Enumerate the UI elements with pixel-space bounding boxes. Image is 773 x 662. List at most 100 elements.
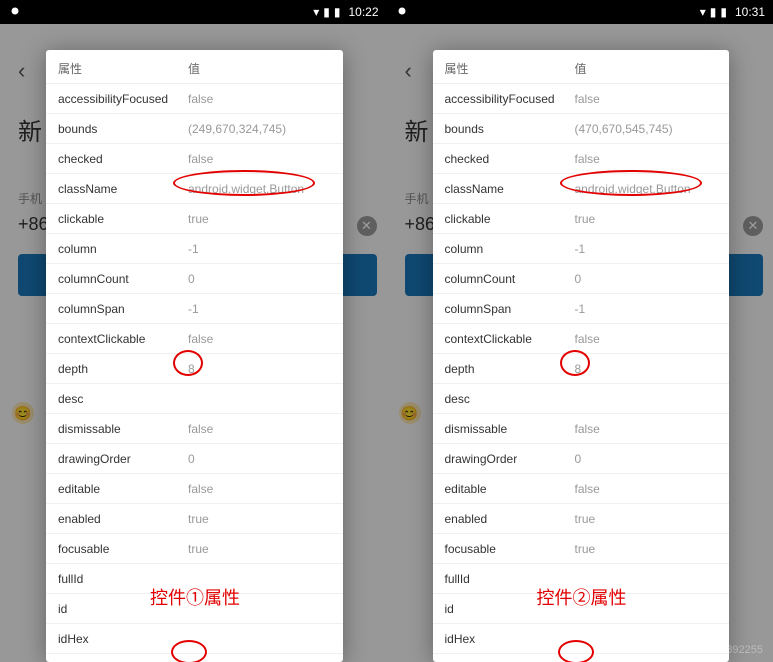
property-key: checked bbox=[445, 152, 575, 166]
property-row[interactable]: desc bbox=[46, 384, 343, 414]
android-icon bbox=[8, 4, 22, 18]
property-row[interactable]: enabledtrue bbox=[433, 504, 730, 534]
property-value: 0 bbox=[188, 452, 331, 466]
property-key: depth bbox=[445, 362, 575, 376]
wifi-icon: ▾ bbox=[313, 5, 319, 19]
property-key: depth bbox=[58, 362, 188, 376]
property-key: enabled bbox=[445, 512, 575, 526]
property-value: 8 bbox=[575, 362, 718, 376]
wifi-icon: ▾ bbox=[700, 5, 706, 19]
property-row[interactable]: bounds(470,670,545,745) bbox=[433, 114, 730, 144]
property-row[interactable]: column-1 bbox=[46, 234, 343, 264]
property-row[interactable]: drawingOrder0 bbox=[46, 444, 343, 474]
property-key: dismissable bbox=[58, 422, 188, 436]
signal-icon: ▮ bbox=[323, 5, 330, 19]
property-key: bounds bbox=[58, 122, 188, 136]
property-row[interactable]: depth8 bbox=[433, 354, 730, 384]
property-row[interactable]: classNameandroid.widget.Button bbox=[433, 174, 730, 204]
property-value: false bbox=[188, 152, 331, 166]
property-value: false bbox=[575, 482, 718, 496]
property-row[interactable]: checkedfalse bbox=[46, 144, 343, 174]
property-value: 0 bbox=[575, 272, 718, 286]
property-value: 0 bbox=[575, 452, 718, 466]
header-value: 值 bbox=[575, 60, 718, 77]
property-row[interactable]: columnSpan-1 bbox=[46, 294, 343, 324]
property-row[interactable]: columnCount0 bbox=[46, 264, 343, 294]
property-key: focusable bbox=[445, 542, 575, 556]
property-row[interactable]: clickabletrue bbox=[433, 204, 730, 234]
property-row[interactable]: columnSpan-1 bbox=[433, 294, 730, 324]
property-row[interactable]: dismissablefalse bbox=[46, 414, 343, 444]
property-row[interactable]: checkedfalse bbox=[433, 144, 730, 174]
properties-dialog: 属性 值 accessibilityFocusedfalsebounds(249… bbox=[46, 50, 343, 662]
property-value: (249,670,324,745) bbox=[188, 122, 331, 136]
header-value: 值 bbox=[188, 60, 331, 77]
property-key: accessibilityFocused bbox=[58, 92, 188, 106]
property-value: 0 bbox=[188, 272, 331, 286]
property-row[interactable]: dismissablefalse bbox=[433, 414, 730, 444]
property-value: true bbox=[188, 512, 331, 526]
property-value: android.widget.Button bbox=[188, 182, 331, 196]
property-key: columnSpan bbox=[58, 302, 188, 316]
property-value: true bbox=[575, 212, 718, 226]
property-value: true bbox=[188, 542, 331, 556]
property-value: false bbox=[575, 332, 718, 346]
property-row[interactable]: column-1 bbox=[433, 234, 730, 264]
right-panel: ▾ ▮ ▮ 10:31 ‹ 新 手机 +86 ✕ 😊 属性 值 accessib… bbox=[387, 0, 773, 662]
property-row[interactable]: depth8 bbox=[46, 354, 343, 384]
property-row[interactable]: enabledtrue bbox=[46, 504, 343, 534]
property-row[interactable]: idHex bbox=[46, 624, 343, 654]
annotation-label: 控件②属性 bbox=[537, 584, 627, 610]
property-key: column bbox=[445, 242, 575, 256]
property-value: -1 bbox=[575, 302, 718, 316]
property-row[interactable]: drawingOrder0 bbox=[433, 444, 730, 474]
property-row[interactable]: accessibilityFocusedfalse bbox=[433, 84, 730, 114]
property-row[interactable]: indexInParent1 bbox=[46, 654, 343, 662]
property-value: 8 bbox=[188, 362, 331, 376]
properties-dialog: 属性 值 accessibilityFocusedfalsebounds(470… bbox=[433, 50, 730, 662]
property-key: className bbox=[58, 182, 188, 196]
property-key: contextClickable bbox=[445, 332, 575, 346]
property-key: checked bbox=[58, 152, 188, 166]
property-row[interactable]: clickabletrue bbox=[46, 204, 343, 234]
property-value: (470,670,545,745) bbox=[575, 122, 718, 136]
property-key: idHex bbox=[445, 632, 575, 646]
property-value: -1 bbox=[188, 242, 331, 256]
table-header: 属性 值 bbox=[433, 50, 730, 84]
property-key: column bbox=[58, 242, 188, 256]
property-key: editable bbox=[58, 482, 188, 496]
property-key: enabled bbox=[58, 512, 188, 526]
property-value: -1 bbox=[575, 242, 718, 256]
property-value: false bbox=[188, 332, 331, 346]
property-key: contextClickable bbox=[58, 332, 188, 346]
property-row[interactable]: contextClickablefalse bbox=[46, 324, 343, 354]
property-key: drawingOrder bbox=[445, 452, 575, 466]
property-value: android.widget.Button bbox=[575, 182, 718, 196]
property-value: -1 bbox=[188, 302, 331, 316]
property-key: columnCount bbox=[445, 272, 575, 286]
property-key: clickable bbox=[445, 212, 575, 226]
property-row[interactable]: focusabletrue bbox=[46, 534, 343, 564]
watermark: https://blog.csdn.net/a6892255 bbox=[613, 644, 763, 656]
property-row[interactable]: bounds(249,670,324,745) bbox=[46, 114, 343, 144]
property-value: true bbox=[575, 512, 718, 526]
property-row[interactable]: editablefalse bbox=[433, 474, 730, 504]
property-row[interactable]: focusabletrue bbox=[433, 534, 730, 564]
property-row[interactable]: columnCount0 bbox=[433, 264, 730, 294]
property-value: true bbox=[188, 212, 331, 226]
property-key: desc bbox=[58, 392, 188, 406]
signal-icon: ▮ bbox=[710, 5, 717, 19]
property-row[interactable]: contextClickablefalse bbox=[433, 324, 730, 354]
property-row[interactable]: accessibilityFocusedfalse bbox=[46, 84, 343, 114]
property-value: false bbox=[188, 422, 331, 436]
property-row[interactable]: editablefalse bbox=[46, 474, 343, 504]
property-value: false bbox=[188, 92, 331, 106]
property-key: idHex bbox=[58, 632, 188, 646]
property-value: false bbox=[575, 92, 718, 106]
property-row[interactable]: classNameandroid.widget.Button bbox=[46, 174, 343, 204]
annotation-label: 控件①属性 bbox=[150, 584, 240, 610]
property-row[interactable]: desc bbox=[433, 384, 730, 414]
property-key: drawingOrder bbox=[58, 452, 188, 466]
property-key: columnCount bbox=[58, 272, 188, 286]
battery-icon: ▮ bbox=[334, 5, 341, 19]
